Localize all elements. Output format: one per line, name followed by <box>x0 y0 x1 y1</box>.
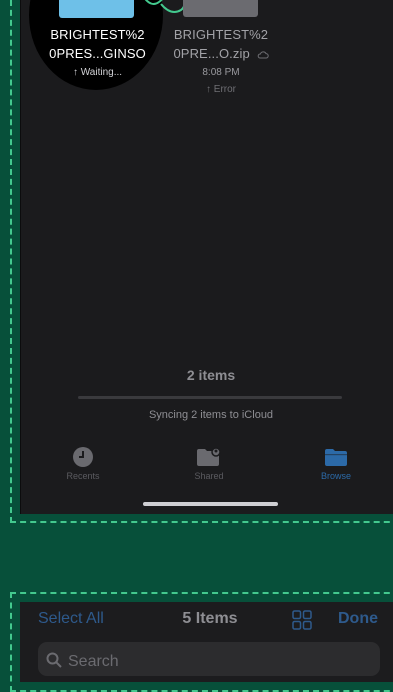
file-name-line1: BRIGHTEST%2 <box>173 27 269 42</box>
shared-folder-icon <box>197 447 221 466</box>
upload-status: ↑ Waiting... <box>72 67 123 78</box>
search-bar[interactable] <box>38 642 380 676</box>
tab-shared[interactable]: Shared <box>169 446 249 481</box>
cloud-icon <box>257 50 269 59</box>
file-name-line2: 0PRE...O.zip <box>173 46 250 61</box>
tap-gesture-icon <box>144 0 186 13</box>
file-name-line1: BRIGHTEST%2 <box>50 27 145 42</box>
tab-recents[interactable]: Recents <box>43 446 123 481</box>
search-icon <box>46 652 62 668</box>
files-select-screen: Select All 5 Items Done <box>20 602 393 682</box>
file-name-row: 0PRE...O.zip <box>161 46 281 61</box>
tab-label: Shared <box>194 471 224 481</box>
search-input[interactable] <box>66 650 370 674</box>
tab-label: Browse <box>320 471 351 481</box>
file-time: 8:08 PM <box>202 67 240 78</box>
files-app-screen: BRIGHTEST%2 0PRES...GINSO ↑ Waiting... B… <box>20 0 393 514</box>
sync-status-text: Syncing 2 items to iCloud <box>148 409 274 421</box>
file-thumbnail <box>59 0 134 18</box>
clock-icon <box>73 447 93 467</box>
grid-view-icon[interactable] <box>292 610 312 630</box>
home-indicator <box>143 502 278 506</box>
tab-label: Recents <box>66 471 100 481</box>
sync-progress-bar <box>78 396 342 399</box>
tab-browse[interactable]: Browse <box>296 446 376 481</box>
file-name-line2: 0PRES...GINSO <box>49 46 146 61</box>
file-thumbnail <box>183 0 258 17</box>
items-count: 2 items <box>186 367 236 383</box>
folder-icon <box>325 449 347 466</box>
upload-status: ↑ Error <box>206 84 236 95</box>
done-button[interactable]: Done <box>338 610 378 628</box>
